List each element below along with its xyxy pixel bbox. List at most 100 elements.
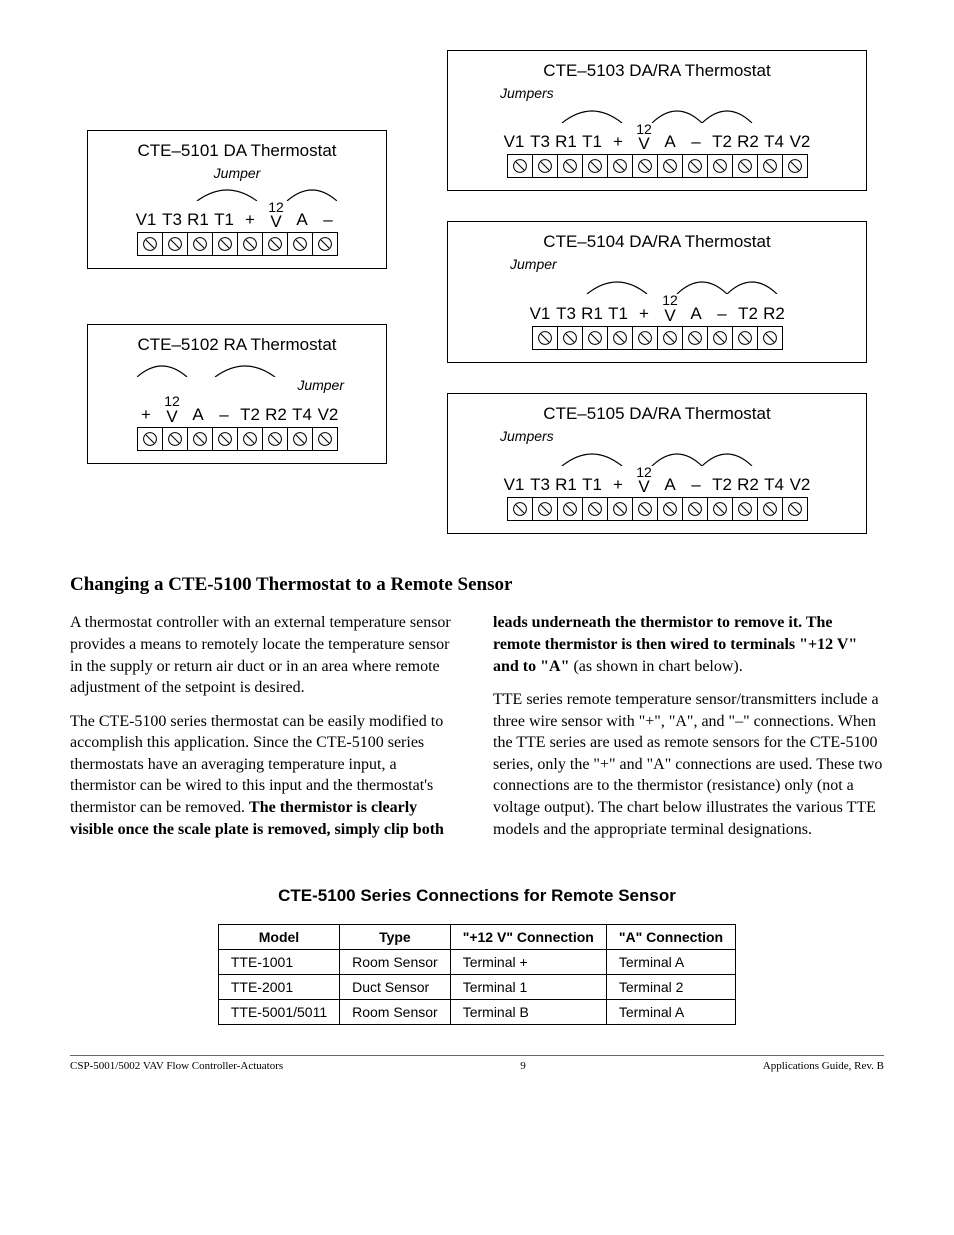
table-header: "+12 V" Connection xyxy=(450,925,606,950)
table-cell: Room Sensor xyxy=(340,950,451,975)
screw-terminal-icon xyxy=(138,233,163,255)
paragraph-2c: (as shown in chart below). xyxy=(569,658,742,675)
screw-terminal-icon xyxy=(188,233,213,255)
screw-terminal-icon xyxy=(558,498,583,520)
terminal-labels: V1T3R1T1+12VA–T2R2T4V2 xyxy=(460,123,854,152)
screw-terminal-icon xyxy=(558,155,583,177)
screw-terminal-icon xyxy=(313,233,337,255)
screw-terminal-icon xyxy=(583,155,608,177)
screw-terminal-icon xyxy=(213,428,238,450)
jumper-arc-icon xyxy=(502,446,812,466)
screw-terminal-icon xyxy=(708,498,733,520)
screw-terminal-icon xyxy=(533,155,558,177)
table-cell: Terminal + xyxy=(450,950,606,975)
table-row: TTE-1001Room SensorTerminal +Terminal A xyxy=(218,950,735,975)
footer-right: Applications Guide, Rev. B xyxy=(763,1060,884,1072)
thermostat-box-5102: CTE–5102 RA Thermostat Jumper +12VA–T2R2… xyxy=(87,324,387,463)
jumper-arc-icon xyxy=(502,103,812,123)
table-cell: Terminal A xyxy=(606,1000,735,1025)
terminal-labels: +12VA–T2R2T4V2 xyxy=(100,395,374,424)
screw-terminal-icon xyxy=(508,155,533,177)
screw-terminal-icon xyxy=(658,498,683,520)
screw-terminal-icon xyxy=(733,155,758,177)
diagram-left-column: CTE–5101 DA Thermostat Jumper V1T3R1T1+1… xyxy=(87,50,387,464)
thermostat-title: CTE–5104 DA/RA Thermostat xyxy=(460,232,854,252)
table-heading: CTE-5100 Series Connections for Remote S… xyxy=(70,886,884,906)
screw-terminal-icon xyxy=(758,498,783,520)
jumper-arc-icon xyxy=(527,274,787,294)
screw-terminal-icon xyxy=(658,327,683,349)
jumper-label: Jumpers xyxy=(460,85,854,101)
screw-terminal-icon xyxy=(163,233,188,255)
screw-terminal-icon xyxy=(138,428,163,450)
screw-terminal-icon xyxy=(608,155,633,177)
footer-left: CSP-5001/5002 VAV Flow Controller-Actuat… xyxy=(70,1060,283,1072)
table-row: TTE-2001Duct SensorTerminal 1Terminal 2 xyxy=(218,975,735,1000)
screw-terminal-icon xyxy=(313,428,337,450)
thermostat-box-5103: CTE–5103 DA/RA Thermostat Jumpers V1T3R1… xyxy=(447,50,867,191)
table-header-row: Model Type "+12 V" Connection "A" Connec… xyxy=(218,925,735,950)
remote-sensor-table: Model Type "+12 V" Connection "A" Connec… xyxy=(218,924,736,1025)
screw-terminal-icon xyxy=(583,498,608,520)
screw-terminal-icon xyxy=(558,327,583,349)
terminal-labels: V1T3R1T1+12VA–T2R2 xyxy=(460,294,854,323)
screw-terminal-icon xyxy=(533,327,558,349)
table-header: Model xyxy=(218,925,339,950)
jumper-label: Jumper xyxy=(460,256,854,272)
thermostat-box-5104: CTE–5104 DA/RA Thermostat Jumper V1T3R1T… xyxy=(447,221,867,362)
thermostat-box-5101: CTE–5101 DA Thermostat Jumper V1T3R1T1+1… xyxy=(87,130,387,269)
table-cell: Terminal A xyxy=(606,950,735,975)
jumper-label: Jumpers xyxy=(460,428,854,444)
screw-row xyxy=(532,326,783,350)
screw-terminal-icon xyxy=(238,428,263,450)
paragraph-3: TTE series remote temperature sensor/tra… xyxy=(493,689,884,840)
screw-terminal-icon xyxy=(633,155,658,177)
body-text-columns: A thermostat controller with an external… xyxy=(70,612,884,846)
screw-row xyxy=(137,427,338,451)
screw-terminal-icon xyxy=(783,155,807,177)
diagram-right-column: CTE–5103 DA/RA Thermostat Jumpers V1T3R1… xyxy=(447,50,867,534)
jumper-arc-icon xyxy=(137,359,337,377)
screw-terminal-icon xyxy=(683,155,708,177)
screw-terminal-icon xyxy=(658,155,683,177)
screw-terminal-icon xyxy=(783,498,807,520)
terminal-labels: V1T3R1T1+12VA– xyxy=(100,201,374,230)
document-page: CTE–5101 DA Thermostat Jumper V1T3R1T1+1… xyxy=(0,0,954,1102)
table-body: TTE-1001Room SensorTerminal +Terminal AT… xyxy=(218,950,735,1025)
jumper-label: Jumper xyxy=(100,377,374,393)
screw-terminal-icon xyxy=(758,155,783,177)
screw-row xyxy=(507,154,808,178)
table-cell: TTE-2001 xyxy=(218,975,339,1000)
screw-terminal-icon xyxy=(288,428,313,450)
screw-terminal-icon xyxy=(608,498,633,520)
thermostat-title: CTE–5101 DA Thermostat xyxy=(100,141,374,161)
thermostat-title: CTE–5103 DA/RA Thermostat xyxy=(460,61,854,81)
diagram-grid: CTE–5101 DA Thermostat Jumper V1T3R1T1+1… xyxy=(70,50,884,534)
screw-terminal-icon xyxy=(213,233,238,255)
table-header: "A" Connection xyxy=(606,925,735,950)
screw-terminal-icon xyxy=(163,428,188,450)
screw-terminal-icon xyxy=(633,498,658,520)
thermostat-title: CTE–5105 DA/RA Thermostat xyxy=(460,404,854,424)
table-cell: TTE-5001/5011 xyxy=(218,1000,339,1025)
thermostat-title: CTE–5102 RA Thermostat xyxy=(100,335,374,355)
screw-terminal-icon xyxy=(583,327,608,349)
table-cell: Terminal 1 xyxy=(450,975,606,1000)
screw-terminal-icon xyxy=(708,155,733,177)
terminal-labels: V1T3R1T1+12VA–T2R2T4V2 xyxy=(460,466,854,495)
thermostat-box-5105: CTE–5105 DA/RA Thermostat Jumpers V1T3R1… xyxy=(447,393,867,534)
table-cell: Terminal 2 xyxy=(606,975,735,1000)
jumper-label: Jumper xyxy=(100,165,374,181)
screw-terminal-icon xyxy=(533,498,558,520)
screw-terminal-icon xyxy=(733,327,758,349)
table-header: Type xyxy=(340,925,451,950)
screw-row xyxy=(137,232,338,256)
section-heading: Changing a CTE-5100 Thermostat to a Remo… xyxy=(70,574,884,596)
screw-terminal-icon xyxy=(683,498,708,520)
table-cell: Terminal B xyxy=(450,1000,606,1025)
screw-row xyxy=(507,497,808,521)
page-footer: CSP-5001/5002 VAV Flow Controller-Actuat… xyxy=(70,1055,884,1072)
jumper-arc-icon xyxy=(137,183,337,201)
screw-terminal-icon xyxy=(683,327,708,349)
screw-terminal-icon xyxy=(508,498,533,520)
